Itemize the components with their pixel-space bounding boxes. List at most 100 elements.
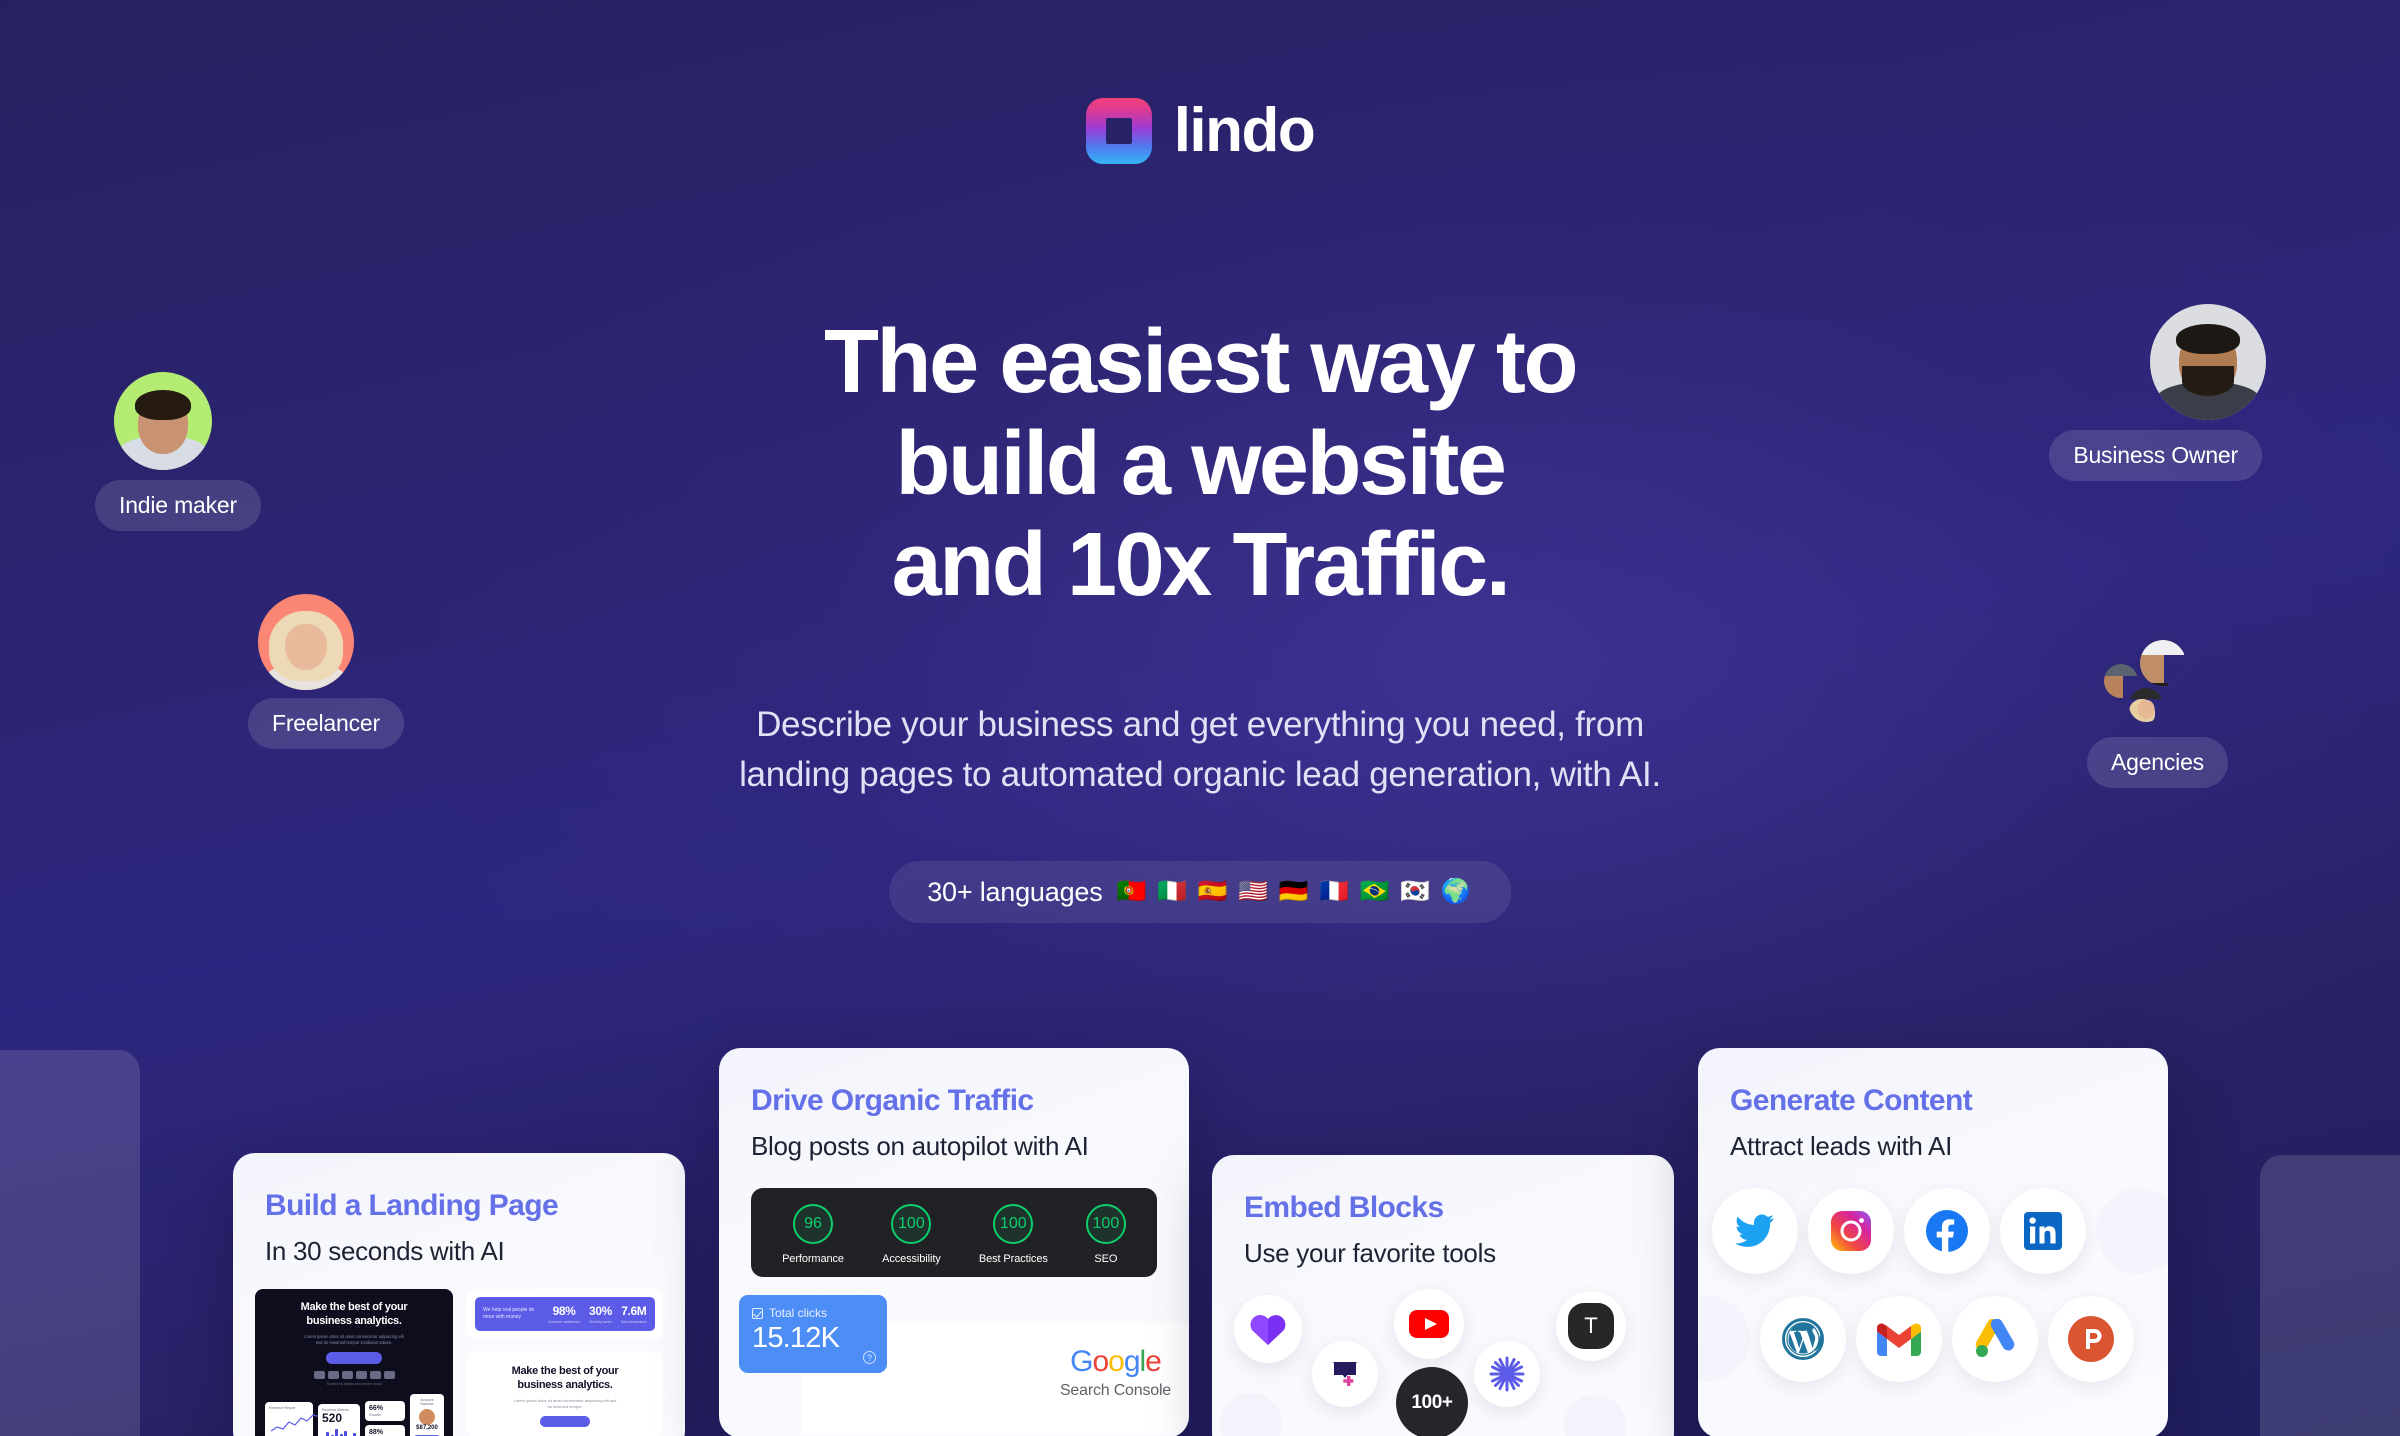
- avatar: [2125, 685, 2166, 725]
- sparkline-chart: [270, 1414, 322, 1432]
- score-label: Performance: [782, 1253, 844, 1265]
- persona-indie-maker[interactable]: Indie maker: [95, 372, 261, 531]
- tool-placeholder-bubble: [1220, 1393, 1282, 1436]
- mock-heading-line-2: business analytics.: [517, 1378, 613, 1391]
- brand-logo[interactable]: lindo: [0, 98, 2400, 164]
- twitch-icon[interactable]: [1234, 1295, 1302, 1363]
- feature-card-drive-organic-traffic[interactable]: Drive Organic Traffic Blog posts on auto…: [719, 1048, 1189, 1436]
- total-clicks-widget: Total clicks 15.12K ?: [739, 1295, 887, 1373]
- social-logo-grid: [1698, 1188, 2168, 1436]
- clicks-value: 15.12K: [752, 1322, 840, 1354]
- checkbox-icon: [752, 1307, 763, 1319]
- google-logo: Google: [1070, 1345, 1162, 1378]
- dark-website-mockup: Make the best of your business analytics…: [255, 1289, 453, 1436]
- help-icon[interactable]: ?: [863, 1351, 876, 1364]
- clicks-label: Total clicks: [769, 1306, 828, 1320]
- headline-line-1: The easiest way to: [823, 312, 1579, 412]
- hero-page: lindo The easiest way to build a website…: [0, 0, 2400, 1436]
- lighthouse-metric: 96 Performance: [782, 1204, 844, 1265]
- languages-badge[interactable]: 30+ languages 🇵🇹 🇮🇹 🇪🇸 🇺🇸 🇩🇪 🇫🇷 🇧🇷 🇰🇷 🌍: [889, 861, 1511, 923]
- more-tools-badge: 100+: [1396, 1367, 1468, 1436]
- mock-metric-value: 520: [322, 1410, 343, 1425]
- score-label: Best Practices: [978, 1253, 1048, 1265]
- card-title: Build a Landing Page: [265, 1189, 559, 1222]
- persona-freelancer[interactable]: Freelancer: [248, 594, 404, 749]
- card-subtitle: Use your favorite tools: [1244, 1238, 1496, 1268]
- lighthouse-scores-panel: 96 Performance 100 Accessibility 100 Bes…: [751, 1188, 1157, 1277]
- lindo-square-logo: [1085, 98, 1152, 164]
- score-label: Accessibility: [882, 1253, 941, 1265]
- gmail-icon[interactable]: [1856, 1296, 1942, 1382]
- social-placeholder-bubble: [1698, 1296, 1750, 1382]
- score-label: SEO: [1094, 1253, 1118, 1265]
- languages-label: 30+ languages: [927, 876, 1103, 907]
- headline-line-2: build a website: [895, 413, 1507, 514]
- twitter-icon[interactable]: [1712, 1188, 1798, 1274]
- subhead-line-1: Describe your business and get everythin…: [756, 705, 1644, 744]
- mock-heading-line-1: Make the best of your: [511, 1365, 619, 1377]
- wordpress-icon[interactable]: [1760, 1296, 1846, 1382]
- headline-line-3: and 10x Traffic.: [891, 515, 1511, 616]
- persona-label: Indie maker: [95, 480, 261, 531]
- framer-icon[interactable]: [1312, 1341, 1378, 1407]
- mock-heading-line-2: business analytics.: [306, 1314, 402, 1327]
- score-ring-performance: 96: [793, 1204, 833, 1244]
- card-title: Generate Content: [1730, 1084, 1973, 1117]
- product-hunt-icon[interactable]: [2048, 1296, 2134, 1382]
- mock-cta-button: [326, 1352, 382, 1365]
- mock-banner-text: We help real people do more with money: [483, 1307, 535, 1320]
- card-subtitle: Blog posts on autopilot with AI: [751, 1131, 1089, 1161]
- avatar-group: [2100, 637, 2221, 729]
- mock-stat-value: 98%: [552, 1304, 576, 1318]
- feature-card-generate-content[interactable]: Generate Content Attract leads with AI: [1698, 1048, 2168, 1436]
- mock-stat-caption: Monthly saved: [589, 1320, 612, 1324]
- country-flags-icons: 🇵🇹 🇮🇹 🇪🇸 🇺🇸 🇩🇪 🇫🇷 🇧🇷 🇰🇷 🌍: [1116, 878, 1473, 905]
- loom-icon[interactable]: [1474, 1341, 1540, 1407]
- subhead-line-2: landing pages to automated organic lead …: [739, 755, 1661, 795]
- card-subtitle: Attract leads with AI: [1730, 1131, 1953, 1161]
- linkedin-icon[interactable]: [2000, 1188, 2086, 1274]
- tool-placeholder-bubble: [1564, 1395, 1626, 1436]
- score-ring-best-practices: 100: [993, 1204, 1034, 1244]
- persona-business-owner[interactable]: Business Owner: [2049, 304, 2266, 481]
- persona-label: Agencies: [2086, 737, 2228, 788]
- mock-stat-caption: Customer satisfaction: [547, 1320, 581, 1324]
- avatar: [114, 372, 212, 470]
- hero-headline: The easiest way to build a website and 1…: [550, 312, 1850, 617]
- mock-heading-line-1: Make the best of your: [300, 1301, 408, 1313]
- avatar: [258, 594, 354, 690]
- mock-stat-value: 7.6M: [621, 1304, 647, 1318]
- search-console-label: Search Console: [1059, 1382, 1171, 1399]
- brand-name: lindo: [1173, 96, 1316, 165]
- instagram-icon[interactable]: [1808, 1188, 1894, 1274]
- mock-stat-value: 30%: [589, 1304, 612, 1318]
- lighthouse-metric: 100 Best Practices: [979, 1204, 1048, 1265]
- lighthouse-metric: 100 Accessibility: [882, 1204, 941, 1265]
- social-placeholder-bubble: [2096, 1188, 2168, 1274]
- mock-stat-caption: Total transactions: [620, 1320, 647, 1324]
- ghost-card-left: [0, 1050, 140, 1436]
- avatar: [2150, 304, 2266, 420]
- feature-card-embed-blocks[interactable]: Embed Blocks Use your favorite tools T 1…: [1212, 1155, 1674, 1436]
- card-preview: Make the best of your business analytics…: [233, 1267, 685, 1436]
- card-subtitle: In 30 seconds with AI: [265, 1236, 505, 1266]
- score-ring-accessibility: 100: [891, 1204, 932, 1244]
- ghost-card-right: [2260, 1155, 2400, 1436]
- card-title: Embed Blocks: [1244, 1191, 1444, 1224]
- persona-label: Business Owner: [2049, 430, 2262, 481]
- persona-label: Freelancer: [248, 698, 404, 749]
- card-title: Drive Organic Traffic: [751, 1084, 1034, 1117]
- google-ads-icon[interactable]: [1952, 1296, 2038, 1382]
- typeform-icon[interactable]: T: [1556, 1291, 1626, 1361]
- mock-cta-button: [540, 1415, 590, 1427]
- persona-agencies[interactable]: Agencies: [2086, 637, 2228, 788]
- youtube-icon[interactable]: [1394, 1289, 1464, 1359]
- light-hero-mockup: Make the best of your business analytics…: [467, 1351, 663, 1436]
- feature-card-build-landing-page[interactable]: Build a Landing Page In 30 seconds with …: [233, 1153, 685, 1436]
- light-banner-mockup: We help real people do more with money 9…: [467, 1289, 663, 1339]
- score-ring-seo: 100: [1085, 1204, 1126, 1244]
- facebook-icon[interactable]: [1904, 1188, 1990, 1274]
- lighthouse-metric: 100 SEO: [1085, 1204, 1126, 1265]
- hero-subheadline: Describe your business and get everythin…: [610, 700, 1790, 801]
- avatar: [2136, 637, 2189, 689]
